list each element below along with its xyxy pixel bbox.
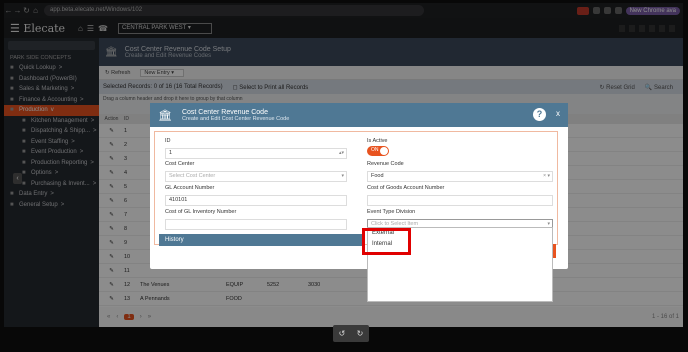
gl-account-input[interactable]: 410101: [165, 195, 347, 206]
cost-center-select[interactable]: Select Cost Center ▾: [165, 171, 347, 182]
screenshot-controls: ↺ ↻: [333, 325, 369, 342]
modal-subtitle: Create and Edit Cost Center Revenue Code: [181, 115, 290, 122]
modal-title: Cost Center Revenue Code: [181, 108, 268, 116]
modal-heading: Cost Center Revenue Code Create and Edit…: [182, 109, 289, 122]
cogs-account-input[interactable]: [367, 195, 553, 206]
undo-icon[interactable]: ↺: [339, 329, 346, 338]
id-field[interactable]: 1 ▴▾: [165, 148, 347, 159]
gl-account-label: GL Account Number: [165, 185, 215, 191]
id-value: 1: [169, 150, 173, 156]
highlight-box: [362, 228, 411, 255]
clear-and-chevron-icon[interactable]: × ▾: [543, 172, 550, 181]
screen-frame: ← → ↻ ⌂ app.beta.elecate.net/Windows/102…: [0, 0, 688, 352]
history-section[interactable]: History: [159, 234, 365, 246]
bank-icon: 🏛: [158, 109, 172, 122]
id-label: ID: [165, 138, 171, 144]
browser-window: ← → ↻ ⌂ app.beta.elecate.net/Windows/102…: [4, 3, 683, 327]
event-type-label: Event Type Division: [367, 209, 416, 215]
toggle-state: ON: [371, 147, 379, 153]
revenue-code-value: Food: [371, 173, 384, 179]
cost-center-placeholder: Select Cost Center: [169, 173, 216, 179]
help-icon[interactable]: ?: [533, 108, 546, 121]
redo-icon[interactable]: ↻: [357, 329, 364, 338]
close-icon[interactable]: x: [556, 109, 560, 118]
inventory-input[interactable]: [165, 219, 347, 230]
stepper-icon[interactable]: ▴▾: [339, 149, 344, 158]
revenue-code-select[interactable]: Food × ▾: [367, 171, 553, 182]
cost-center-label: Cost Center: [165, 161, 195, 167]
cogs-account-label: Cost of Goods Account Number: [367, 185, 445, 191]
chevron-down-icon: ▾: [341, 173, 344, 179]
toggle-knob: [380, 147, 388, 155]
inventory-label: Cost of GL Inventory Number: [165, 209, 237, 215]
active-toggle[interactable]: ON: [367, 146, 389, 156]
active-label: Is Active: [367, 138, 388, 144]
revenue-code-label: Revenue Code: [367, 161, 404, 167]
modal-header: 🏛 Cost Center Revenue Code Create and Ed…: [150, 103, 568, 127]
